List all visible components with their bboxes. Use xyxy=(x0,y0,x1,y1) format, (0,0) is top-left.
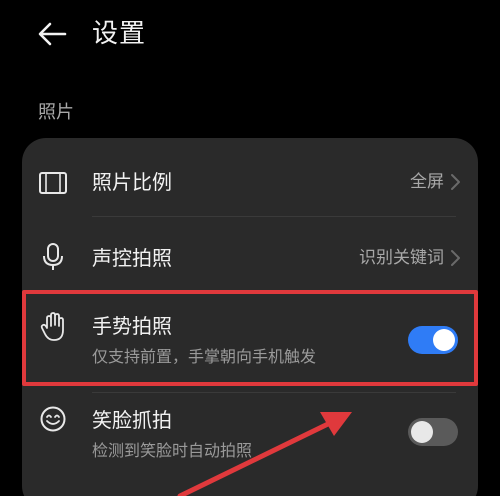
setting-label: 笑脸抓拍 xyxy=(92,408,172,432)
arrow-left-icon xyxy=(38,22,67,46)
toggle-knob xyxy=(411,421,433,443)
smile-icon xyxy=(38,404,68,434)
setting-description: 检测到笑脸时自动拍照 xyxy=(92,441,253,460)
setting-description: 仅支持前置，手掌朝向手机触发 xyxy=(92,347,317,366)
setting-row-gesture-capture[interactable]: 手势拍照 仅支持前置，手掌朝向手机触发 xyxy=(22,300,478,380)
hand-icon xyxy=(38,312,68,342)
setting-row-aspect-ratio[interactable]: 照片比例 全屏 xyxy=(22,158,478,208)
setting-row-voice-capture[interactable]: 声控拍照 识别关键词 xyxy=(22,232,478,282)
back-button[interactable] xyxy=(32,16,72,52)
setting-label: 手势拍照 xyxy=(92,314,172,338)
divider xyxy=(92,392,456,393)
gesture-capture-toggle[interactable] xyxy=(408,326,458,354)
divider xyxy=(92,216,456,217)
divider xyxy=(92,290,456,291)
setting-label: 声控拍照 xyxy=(92,246,172,270)
setting-row-smile-capture[interactable]: 笑脸抓拍 检测到笑脸时自动拍照 xyxy=(22,398,478,478)
chevron-right-icon xyxy=(451,174,460,190)
camera-settings-screen: 设置 照片 照片比例 全屏 声控拍照 识别关键词 手势拍照 仅支持前置，手掌朝向… xyxy=(0,0,500,496)
section-label-photos: 照片 xyxy=(38,102,74,123)
app-header: 设置 xyxy=(0,0,500,70)
page-title: 设置 xyxy=(92,19,147,49)
setting-label: 照片比例 xyxy=(92,170,172,194)
setting-value: 识别关键词 xyxy=(359,248,444,268)
smile-capture-toggle[interactable] xyxy=(408,418,458,446)
setting-value: 全屏 xyxy=(410,172,444,192)
chevron-right-icon xyxy=(451,250,460,266)
microphone-icon xyxy=(38,242,68,272)
toggle-knob xyxy=(433,329,455,351)
aspect-ratio-icon xyxy=(38,168,68,198)
